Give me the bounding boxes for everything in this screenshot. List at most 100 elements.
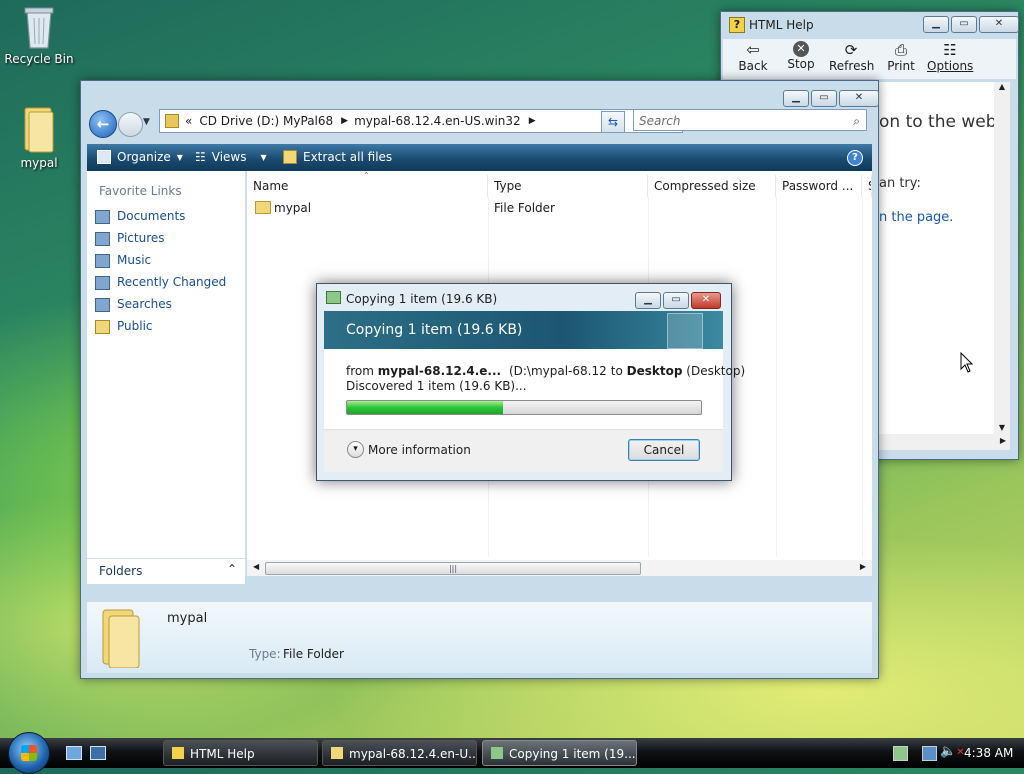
quick-launch-switch-windows[interactable] — [90, 746, 106, 760]
column-header-password[interactable]: Password ... — [776, 175, 862, 197]
help-content-line: an try: — [879, 176, 921, 191]
command-bar: Organize ▼ ☷ Views ▼ Extract all files ? — [87, 144, 872, 171]
breadcrumb-overflow[interactable]: « — [185, 114, 192, 128]
taskbar-item-copying[interactable]: Copying 1 item (19.... — [482, 740, 637, 766]
printer-icon: ⎙ — [894, 41, 907, 59]
options-button[interactable]: ☷ Options — [927, 41, 973, 73]
taskbar-item-html-help[interactable]: HTML Help — [163, 740, 318, 766]
chevron-right-icon[interactable]: ▶ — [341, 116, 348, 126]
dialog-footer: ▾ More information Cancel — [324, 429, 723, 472]
chevron-down-circle-icon: ▾ — [347, 441, 364, 458]
windows-logo-icon — [21, 745, 37, 761]
help-titlebar[interactable]: ? HTML Help ▁ ▭ ✕ — [721, 12, 1019, 38]
close-button[interactable]: ✕ — [979, 16, 1019, 33]
copy-progress-dialog[interactable]: Copying 1 item (19.6 KB) ▁ ▭ ✕ Copying 1… — [316, 283, 745, 481]
folders-label: Folders — [99, 564, 143, 578]
clock[interactable]: 4:38 AM — [964, 746, 1013, 760]
help-icon[interactable]: ? — [847, 150, 863, 166]
quick-launch-show-desktop[interactable] — [66, 746, 82, 760]
views-button[interactable]: ☷ Views ▼ — [195, 150, 267, 164]
chevron-right-icon[interactable]: ▶ — [529, 116, 536, 126]
column-header-size[interactable]: Si — [862, 175, 872, 197]
close-button[interactable]: ✕ — [691, 292, 721, 309]
column-header-type[interactable]: Type — [488, 175, 648, 197]
pictures-icon — [95, 232, 110, 246]
print-button[interactable]: ⎙ Print — [881, 41, 921, 73]
taskbar: HTML Help mypal-68.12.4.en-U... Copying … — [0, 732, 1024, 774]
nav-link-music[interactable]: Music — [117, 253, 151, 267]
back-button[interactable]: ⇦ Back — [733, 41, 773, 74]
tray-safely-remove-icon[interactable] — [893, 746, 908, 761]
breadcrumb-item[interactable]: CD Drive (D:) MyPal68 — [199, 114, 333, 128]
folders-toggle[interactable]: Folders ⌃ — [87, 558, 245, 584]
banner-text: Copying 1 item (19.6 KB) — [346, 322, 523, 338]
column-header-compressed-size[interactable]: Compressed size — [648, 175, 776, 197]
search-icon[interactable]: ⌕ — [853, 110, 860, 132]
desktop-icon-label: Recycle Bin — [4, 52, 74, 66]
vertical-scrollbar[interactable]: ▲ ▼ — [994, 82, 1010, 434]
cancel-label: Cancel — [643, 443, 685, 457]
details-type-value: File Folder — [283, 647, 344, 661]
horizontal-scrollbar[interactable]: ◀ ||| ▶ — [247, 560, 872, 576]
back-nav-button[interactable]: ← — [89, 110, 117, 138]
column-divider — [862, 197, 863, 557]
chevron-down-icon: ▼ — [176, 152, 183, 162]
breadcrumb-item[interactable]: mypal-68.12.4.en-US.win32 — [354, 114, 521, 128]
row-type: File Folder — [494, 201, 555, 215]
stop-button[interactable]: ✕ Stop — [781, 41, 821, 71]
copy-status: Discovered 1 item (19.6 KB)... — [346, 379, 527, 393]
dialog-titlebar[interactable]: Copying 1 item (19.6 KB) ▁ ▭ ✕ — [317, 284, 731, 310]
cancel-button[interactable]: Cancel — [628, 439, 700, 461]
column-divider — [776, 197, 777, 557]
maximize-button[interactable]: ▭ — [663, 292, 689, 309]
details-pane: mypal Type: File Folder — [87, 602, 872, 673]
taskbar-item-label: mypal-68.12.4.en-U... — [349, 747, 477, 761]
zip-folder-icon — [283, 150, 297, 164]
table-row[interactable]: mypal File Folder — [247, 198, 647, 218]
organize-icon — [97, 150, 111, 164]
desktop-icon-mypal[interactable]: mypal — [3, 104, 75, 170]
refresh-button[interactable]: ⇆ — [601, 111, 625, 133]
horizontal-scrollbar[interactable]: ▶ — [879, 434, 1010, 450]
organize-button[interactable]: Organize ▼ — [97, 150, 183, 164]
taskbar-item-label: Copying 1 item (19.... — [509, 747, 637, 761]
details-type-label: Type: — [249, 647, 281, 661]
extract-all-files-button[interactable]: Extract all files — [283, 150, 392, 164]
maximize-button[interactable]: ▭ — [811, 90, 837, 107]
minimize-button[interactable]: ▁ — [783, 90, 809, 107]
copy-from-to-line: from mypal-68.12.4.e... (D:\mypal-68.12.… — [346, 364, 745, 378]
nav-link-searches[interactable]: Searches — [117, 297, 172, 311]
nav-link-recently-changed[interactable]: Recently Changed — [117, 275, 226, 289]
minimize-button[interactable]: ▁ — [923, 16, 949, 33]
desktop-icon-recycle-bin[interactable]: Recycle Bin — [3, 4, 75, 66]
back-arrow-icon: ← — [96, 115, 110, 133]
sort-arrow-icon: ⌃ — [363, 171, 370, 180]
help-content-line: on to the webp — [879, 112, 994, 132]
recycle-bin-icon — [24, 7, 54, 49]
music-icon — [95, 254, 110, 268]
more-information-toggle[interactable]: ▾ More information — [347, 441, 471, 458]
views-label: Views — [211, 150, 247, 164]
help-content-link[interactable]: n the page. — [879, 210, 953, 225]
tray-volume-muted-icon[interactable]: 🔈✕ — [940, 744, 965, 759]
nav-link-pictures[interactable]: Pictures — [117, 231, 165, 245]
taskbar-item-explorer[interactable]: mypal-68.12.4.en-U... — [322, 740, 477, 766]
minimize-button[interactable]: ▁ — [635, 292, 661, 309]
help-toolbar: ⇦ Back ✕ Stop ⟳ Refresh ⎙ Print ☷ Option… — [723, 39, 1016, 79]
forward-nav-button[interactable] — [118, 112, 143, 137]
tray-network-icon[interactable] — [922, 746, 937, 761]
more-information-label: More information — [368, 442, 471, 457]
dialog-title: Copying 1 item (19.6 KB) — [346, 292, 498, 306]
scrollbar-thumb[interactable]: ||| — [265, 562, 641, 575]
nav-link-public[interactable]: Public — [117, 319, 153, 333]
favorite-links-title: Favorite Links — [99, 184, 182, 198]
maximize-button[interactable]: ▭ — [951, 16, 977, 33]
recent-pages-dropdown[interactable]: ▼ — [143, 117, 150, 127]
copy-icon — [326, 291, 341, 304]
close-button[interactable]: ✕ — [839, 90, 879, 107]
search-input[interactable]: Search ⌕ — [633, 109, 867, 131]
nav-link-documents[interactable]: Documents — [117, 209, 185, 223]
row-name: mypal — [274, 201, 312, 215]
refresh-label: Refresh — [829, 59, 875, 73]
refresh-button[interactable]: ⟳ Refresh — [829, 41, 875, 73]
